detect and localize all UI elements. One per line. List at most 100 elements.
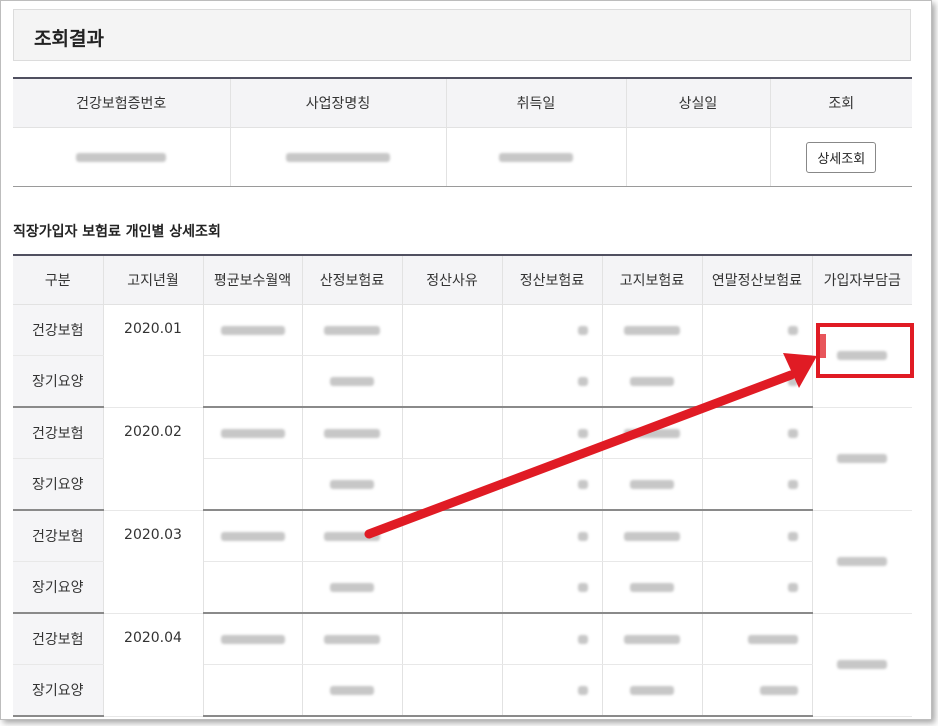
result-header-bar: 조회결과 [13, 9, 911, 61]
notice-premium-cell [602, 407, 703, 459]
detail-header-row: 구분 고지년월 평균보수월액 산정보험료 정산사유 정산보험료 고지보험료 연말… [13, 255, 912, 305]
settle-premium-cell [502, 407, 603, 459]
year-end-premium-cell [702, 510, 813, 562]
redacted-value [330, 582, 374, 592]
month-cell: 2020.04 [103, 613, 204, 717]
redacted-value [787, 479, 798, 489]
settle-premium-cell [502, 561, 603, 614]
redacted-value [577, 634, 588, 644]
col-header-category: 구분 [13, 255, 104, 305]
table-row: 건강보험 2020.04 [13, 613, 912, 717]
avg-salary-cell [203, 561, 303, 614]
year-end-premium-cell [702, 355, 813, 408]
redacted-value [330, 376, 374, 386]
detail-inquiry-button[interactable]: 상세조회 [806, 141, 877, 173]
settle-premium-cell [502, 355, 603, 408]
redacted-value [837, 557, 888, 566]
category-cell: 장기요양 [13, 458, 104, 511]
col-header-year-end-premium: 연말정산보험료 [702, 255, 813, 305]
month-cell: 2020.02 [103, 407, 204, 511]
redacted-value [630, 376, 674, 386]
year-end-premium-cell [702, 407, 813, 459]
result-title: 조회결과 [34, 28, 104, 50]
year-end-premium-cell [702, 561, 813, 614]
subscriber-share-cell [812, 510, 912, 614]
col-header-notice-month: 고지년월 [103, 255, 204, 305]
redacted-value [577, 325, 588, 335]
calc-premium-cell [302, 458, 403, 511]
year-end-premium-cell [702, 458, 813, 511]
redacted-value [747, 634, 798, 644]
settle-reason-cell [402, 664, 503, 717]
redacted-value [577, 685, 588, 695]
redacted-value [330, 685, 374, 695]
table-row: 건강보험 2020.01 [13, 304, 912, 408]
redacted-value [787, 531, 798, 541]
redacted-value [577, 479, 588, 489]
settle-reason-cell [402, 304, 503, 356]
category-cell: 장기요양 [13, 355, 104, 408]
redacted-value [286, 152, 390, 162]
settle-premium-cell [502, 304, 603, 356]
redacted-value [220, 531, 285, 541]
col-header-acquire-date: 취득일 [446, 78, 627, 128]
subscriber-share-cell [812, 613, 912, 717]
settle-reason-cell [402, 561, 503, 614]
category-cell: 건강보험 [13, 407, 104, 459]
category-cell: 건강보험 [13, 510, 104, 562]
redacted-value [837, 660, 888, 669]
redacted-value [499, 152, 573, 162]
table-row: 건강보험 2020.02 [13, 407, 912, 511]
col-header-settle-premium: 정산보험료 [502, 255, 603, 305]
settle-premium-cell [502, 664, 603, 717]
redacted-value [624, 325, 680, 335]
col-header-avg-salary: 평균보수월액 [203, 255, 303, 305]
loss-date-cell [626, 127, 771, 187]
acquire-date-cell [446, 127, 627, 187]
result-header-row: 건강보험증번호 사업장명칭 취득일 상실일 조회 [13, 78, 912, 128]
settle-reason-cell [402, 407, 503, 459]
month-cell: 2020.03 [103, 510, 204, 614]
result-row: 상세조회 [13, 127, 912, 187]
col-header-inquiry: 조회 [770, 78, 912, 128]
redacted-value [837, 454, 888, 463]
redacted-value [76, 152, 167, 162]
redacted-value [220, 428, 285, 438]
redacted-value [787, 428, 798, 438]
redacted-value [787, 376, 798, 386]
redacted-value [624, 531, 680, 541]
col-header-insurance-number: 건강보험증번호 [13, 78, 231, 128]
notice-premium-cell [602, 458, 703, 511]
calc-premium-cell [302, 613, 403, 665]
calc-premium-cell [302, 355, 403, 408]
redacted-value [330, 479, 374, 489]
year-end-premium-cell [702, 664, 813, 717]
avg-salary-cell [203, 355, 303, 408]
calc-premium-cell [302, 664, 403, 717]
redacted-value [630, 479, 674, 489]
category-cell: 건강보험 [13, 613, 104, 665]
window-frame: 조회결과 건강보험증번호 사업장명칭 취득일 상실일 조회 상세조회 직장가입자… [0, 0, 932, 720]
redacted-value [220, 634, 285, 644]
col-header-subscriber-share: 가입자부담금 [812, 255, 912, 305]
redacted-value [324, 531, 380, 541]
calc-premium-cell [302, 510, 403, 562]
settle-reason-cell [402, 613, 503, 665]
redacted-value [577, 376, 588, 386]
category-cell: 장기요양 [13, 561, 104, 614]
category-cell: 장기요양 [13, 664, 104, 717]
year-end-premium-cell [702, 304, 813, 356]
redacted-value [324, 428, 380, 438]
avg-salary-cell [203, 664, 303, 717]
table-row: 건강보험 2020.03 [13, 510, 912, 614]
calc-premium-cell [302, 304, 403, 356]
redacted-value [577, 531, 588, 541]
avg-salary-cell [203, 613, 303, 665]
redacted-value [624, 428, 680, 438]
result-table: 건강보험증번호 사업장명칭 취득일 상실일 조회 상세조회 [13, 77, 912, 187]
redacted-value [577, 582, 588, 592]
subscriber-share-cell [812, 407, 912, 511]
settle-reason-cell [402, 458, 503, 511]
settle-premium-cell [502, 458, 603, 511]
avg-salary-cell [203, 458, 303, 511]
